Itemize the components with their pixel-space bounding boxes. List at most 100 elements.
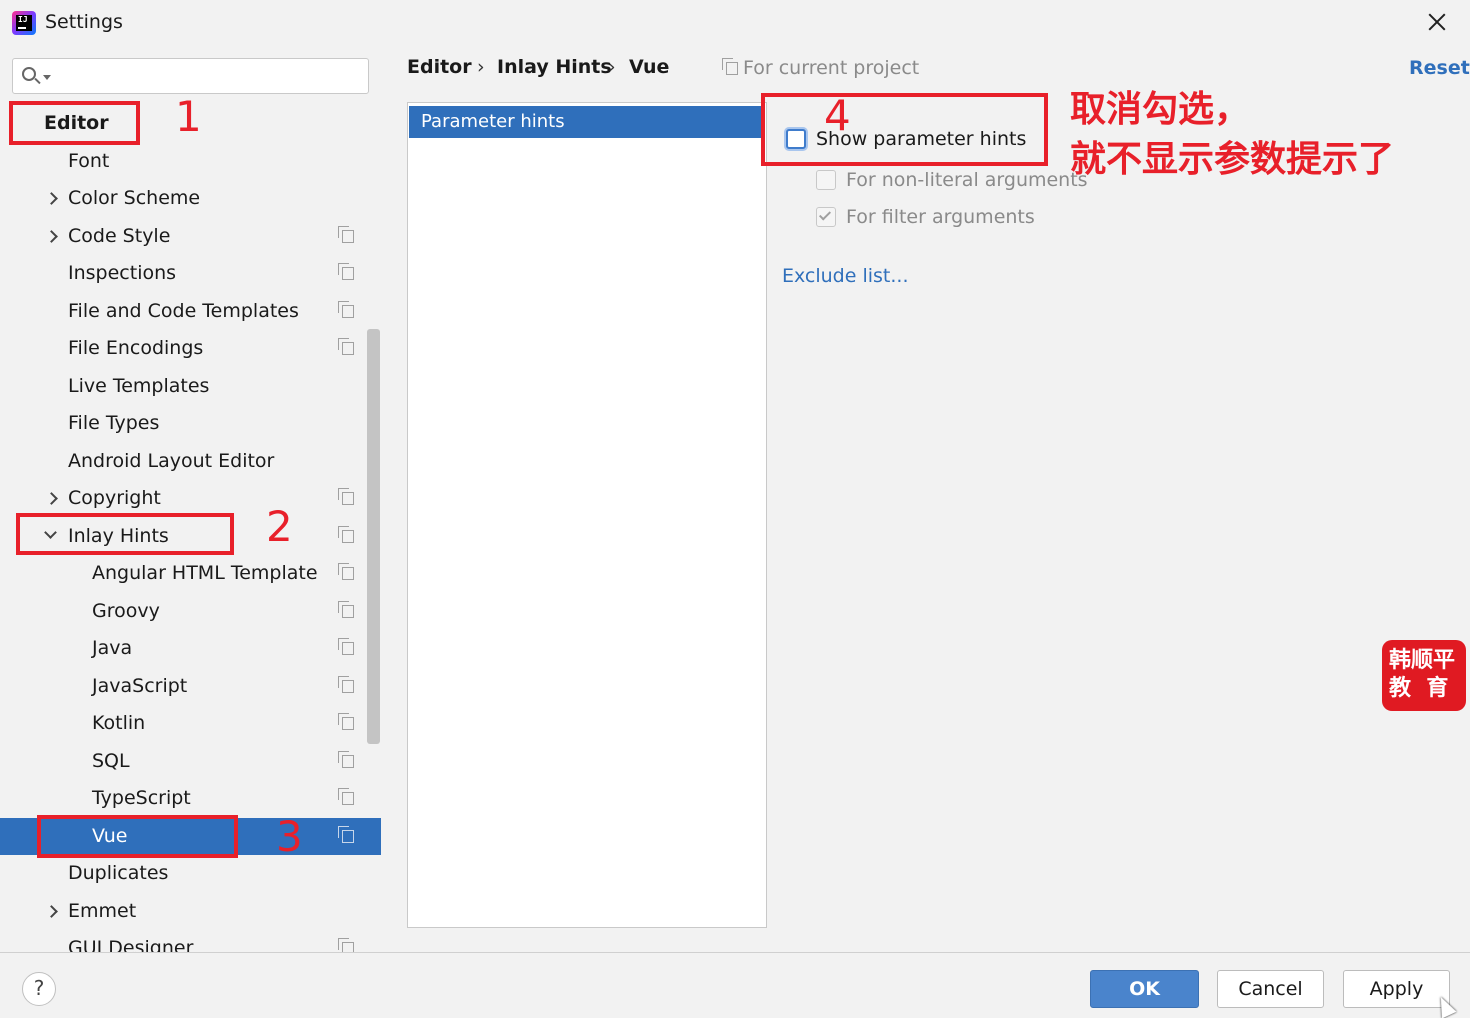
sidebar-item-label: Groovy <box>92 599 160 622</box>
project-scope-icon <box>338 338 354 355</box>
project-scope-icon <box>338 788 354 805</box>
breadcrumb-separator: › <box>608 56 616 78</box>
project-scope-icon <box>338 713 354 730</box>
app-icon: IJ <box>12 11 36 35</box>
project-scope-icon <box>338 638 354 655</box>
project-scope-icon <box>338 300 354 318</box>
sidebar-item-java[interactable]: Java <box>0 630 381 668</box>
sidebar-item-angular-html-template[interactable]: Angular HTML Template <box>0 555 381 593</box>
sidebar-item-label: File Types <box>68 412 160 434</box>
search-icon <box>22 67 36 81</box>
cancel-button[interactable]: Cancel <box>1217 970 1324 1008</box>
sidebar-item-android-layout-editor[interactable]: Android Layout Editor <box>0 443 381 481</box>
watermark-stamp: 韩顺平 教 育 <box>1382 640 1466 711</box>
sidebar-item-label: Java <box>92 637 133 659</box>
project-scope-icon <box>338 525 354 543</box>
sidebar-item-label: SQL <box>92 749 130 772</box>
chevron-down-icon[interactable] <box>43 75 51 80</box>
breadcrumb-item-editor[interactable]: Editor <box>407 56 472 78</box>
sidebar-item-label: GUI Designer <box>68 937 194 952</box>
project-scope-icon <box>722 58 738 75</box>
annotation-note-line2: 就不显示参数提示了 <box>1070 139 1395 180</box>
search-input[interactable] <box>12 58 369 94</box>
sidebar-item-label: Emmet <box>68 899 137 922</box>
annotation-number-1: 1 <box>175 92 202 141</box>
sidebar-scrollbar[interactable] <box>367 329 380 744</box>
project-scope-icon <box>338 600 354 618</box>
window-title: Settings <box>45 11 123 33</box>
project-scope-icon <box>338 225 354 243</box>
annotation-number-2: 2 <box>266 502 293 551</box>
sidebar-item-file-encodings[interactable]: File Encodings <box>0 330 381 368</box>
annotation-number-4: 4 <box>824 91 851 140</box>
project-scope-icon <box>338 675 354 693</box>
watermark-line2: 教 育 <box>1389 676 1449 701</box>
project-scope-icon <box>338 263 354 280</box>
sidebar-item-duplicates[interactable]: Duplicates <box>0 855 381 893</box>
sidebar-item-label: Code Style <box>68 224 171 247</box>
sidebar-item-typescript[interactable]: TypeScript <box>0 780 381 818</box>
project-scope-icon <box>338 563 354 580</box>
close-icon[interactable] <box>1424 9 1450 35</box>
chevron-right-icon[interactable] <box>45 229 58 243</box>
filter-arguments-label: For filter arguments <box>846 206 1035 228</box>
project-scope-icon <box>338 938 354 952</box>
sidebar-item-groovy[interactable]: Groovy <box>0 593 381 631</box>
project-scope-icon <box>338 825 354 843</box>
sidebar-item-code-style[interactable]: Code Style <box>0 218 381 256</box>
breadcrumb-separator: › <box>477 56 485 78</box>
sidebar-item-label: Inspections <box>68 262 177 284</box>
sidebar-item-emmet[interactable]: Emmet <box>0 893 381 931</box>
reset-link[interactable]: Reset <box>1409 57 1470 79</box>
sidebar-item-javascript[interactable]: JavaScript <box>0 668 381 706</box>
project-scope-icon <box>338 488 354 505</box>
sidebar-item-label: Android Layout Editor <box>68 449 275 472</box>
list-item-parameter-hints[interactable]: Parameter hints <box>409 106 765 138</box>
sidebar-item-label: Live Templates <box>68 374 210 397</box>
footer-divider <box>0 952 1470 953</box>
breadcrumb-item-inlay-hints[interactable]: Inlay Hints <box>497 56 612 78</box>
help-button[interactable]: ? <box>22 972 56 1006</box>
non-literal-arguments-label: For non-literal arguments <box>846 169 1088 191</box>
sidebar-item-label: Copyright <box>68 487 161 509</box>
chevron-right-icon[interactable] <box>45 904 58 918</box>
breadcrumb-item-vue: Vue <box>629 56 670 78</box>
exclude-list-link[interactable]: Exclude list... <box>782 265 909 287</box>
sidebar-item-label: Angular HTML Template <box>92 562 318 584</box>
sidebar-item-gui-designer[interactable]: GUI Designer <box>0 930 381 952</box>
sidebar-item-label: Kotlin <box>92 712 146 734</box>
project-scope-icon <box>338 750 354 768</box>
annotation-note-line1: 取消勾选， <box>1070 89 1251 130</box>
sidebar-item-file-and-code-templates[interactable]: File and Code Templates <box>0 293 381 331</box>
ok-button[interactable]: OK <box>1090 970 1199 1008</box>
annotation-box-4 <box>761 93 1048 166</box>
scope-hint-label: For current project <box>743 57 920 79</box>
sidebar-item-label: Font <box>68 149 110 172</box>
filter-arguments-checkbox <box>816 207 836 227</box>
annotation-box-1 <box>9 101 140 145</box>
sidebar-item-label: File and Code Templates <box>68 299 299 322</box>
hint-type-list: Parameter hints <box>407 102 767 928</box>
sidebar-item-kotlin[interactable]: Kotlin <box>0 705 381 743</box>
sidebar-item-label: Duplicates <box>68 862 169 884</box>
annotation-box-3 <box>37 815 238 858</box>
chevron-right-icon[interactable] <box>45 192 58 205</box>
sidebar-item-file-types[interactable]: File Types <box>0 405 381 443</box>
sidebar-item-inspections[interactable]: Inspections <box>0 255 381 293</box>
sidebar-item-color-scheme[interactable]: Color Scheme <box>0 180 381 218</box>
sidebar-item-label: JavaScript <box>92 674 188 697</box>
sidebar-item-font[interactable]: Font <box>0 143 381 181</box>
watermark-line1: 韩顺平 <box>1389 648 1456 673</box>
sidebar-item-sql[interactable]: SQL <box>0 743 381 781</box>
non-literal-arguments-checkbox <box>816 170 836 190</box>
sidebar-item-label: TypeScript <box>92 787 191 809</box>
checkmark-icon <box>818 208 832 221</box>
chevron-right-icon[interactable] <box>45 492 58 505</box>
annotation-box-2 <box>16 513 234 555</box>
scope-hint: For current project <box>722 57 919 79</box>
sidebar-item-copyright[interactable]: Copyright <box>0 480 381 518</box>
sidebar-item-label: Color Scheme <box>68 187 201 209</box>
annotation-number-3: 3 <box>276 812 303 861</box>
sidebar-item-live-templates[interactable]: Live Templates <box>0 368 381 406</box>
title-bar: IJ Settings <box>0 0 1470 44</box>
